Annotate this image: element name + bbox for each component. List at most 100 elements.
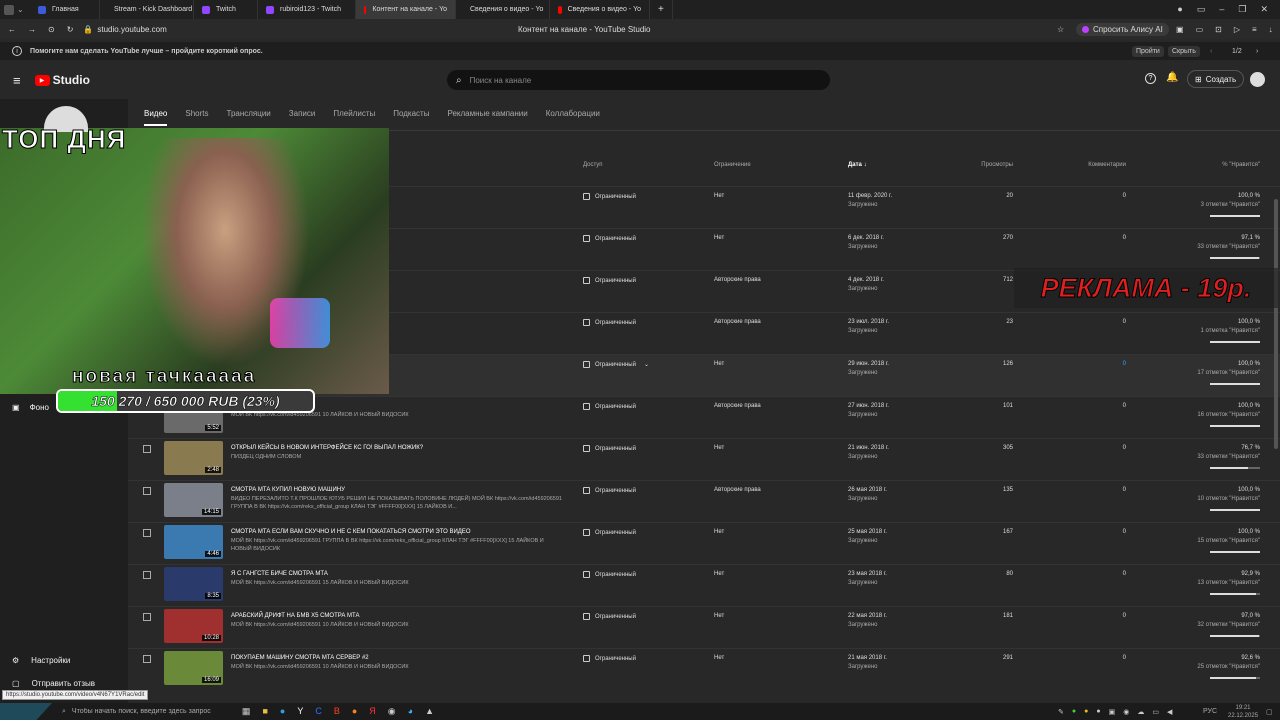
yandex-icon[interactable]: Y xyxy=(297,706,303,717)
table-row[interactable]: 4:46 СМОТРА МТА ЕСЛИ ВАМ СКУЧНО И НЕ С КЕ… xyxy=(128,522,1280,564)
window-controls[interactable]: ⌄ xyxy=(0,4,30,15)
visibility-dropdown[interactable]: Ограниченный xyxy=(583,571,636,578)
browser-tab[interactable]: Сведения о видео - Yo xyxy=(456,0,550,19)
reload-icon[interactable]: ↻ xyxy=(67,25,74,34)
network-icon[interactable]: ▭ xyxy=(1152,708,1159,716)
video-title[interactable]: ОТКРЫЛ КЕЙСЫ В НОВОМ ИНТЕРФЕЙСЕ КС ГО! В… xyxy=(231,445,423,451)
visibility-dropdown[interactable]: Ограниченный xyxy=(583,655,636,662)
visibility-dropdown[interactable]: Ограниченный xyxy=(583,487,636,494)
video-thumbnail[interactable]: 8:35 xyxy=(164,567,223,601)
tab-7[interactable]: Коллаборации xyxy=(546,109,600,126)
menu-icon[interactable]: ≡ xyxy=(1252,25,1257,34)
new-tab-button[interactable]: + xyxy=(650,0,673,19)
comments-value[interactable]: 0 xyxy=(1058,571,1126,577)
clock[interactable]: 19:21 22.12.2025 xyxy=(1228,704,1258,720)
video-title[interactable]: АРАБСКИЙ ДРИФТ НА БМВ Х5 СМОТРА МТА xyxy=(231,613,359,619)
table-row[interactable]: 16:09 ПОКУПАЕМ МАШИНУ СМОТРА МТА СЕРВЕР #… xyxy=(128,648,1280,690)
comments-value[interactable]: 0 xyxy=(1058,655,1126,661)
comments-value[interactable]: 0 xyxy=(1058,361,1126,367)
row-checkbox[interactable] xyxy=(143,571,151,579)
task-view-icon[interactable]: ▦ xyxy=(242,706,251,717)
comments-value[interactable]: 0 xyxy=(1058,529,1126,535)
notifications-icon[interactable]: ▢ xyxy=(1266,708,1273,716)
video-thumbnail[interactable]: 14:15 xyxy=(164,483,223,517)
app-icon[interactable]: ◕ xyxy=(408,706,413,717)
row-checkbox[interactable] xyxy=(143,445,151,453)
app-icon[interactable]: B xyxy=(334,706,340,717)
table-row[interactable]: 8:35 Я С ГАНГСТЕ БИЧЕ СМОТРА МТА МОЙ ВК ht… xyxy=(128,564,1280,606)
home-icon[interactable]: ⊙ xyxy=(48,25,55,34)
column-comments[interactable]: Комментарии xyxy=(1058,162,1126,168)
row-checkbox[interactable] xyxy=(143,487,151,495)
search-icon[interactable]: ⌕ xyxy=(62,708,66,716)
sidebar-item-settings[interactable]: ⚙ Настройки xyxy=(12,656,70,665)
alice-button[interactable]: Спросить Алису AI xyxy=(1076,22,1169,36)
tray-icon[interactable]: ◉ xyxy=(1123,708,1129,716)
comments-value[interactable]: 0 xyxy=(1058,403,1126,409)
search-input[interactable]: ⌕ Поиск на канале xyxy=(447,70,830,90)
media-icon[interactable]: ▷ xyxy=(1234,25,1240,34)
sidebar-item-feedback[interactable]: ▢ Отправить отзыв xyxy=(12,679,95,688)
browser-menu-icon[interactable] xyxy=(4,4,14,15)
video-title[interactable]: ПОКУПАЕМ МАШИНУ СМОТРА МТА СЕРВЕР #2 xyxy=(231,655,369,661)
column-access[interactable]: Доступ xyxy=(583,162,603,168)
browser-tab[interactable]: rubiroid123 - Twitch xyxy=(258,0,356,19)
tray-icon[interactable]: ✎ xyxy=(1058,708,1064,716)
browser-tab[interactable]: Stream - Kick Dashboard xyxy=(100,0,194,19)
browser-tab[interactable]: Сведения о видео - Yo xyxy=(550,0,650,19)
visibility-dropdown[interactable]: Ограниченный xyxy=(583,193,636,200)
table-row[interactable]: 10:28 АРАБСКИЙ ДРИФТ НА БМВ Х5 СМОТРА МТА… xyxy=(128,606,1280,648)
tab-1[interactable]: Shorts xyxy=(185,109,208,126)
banner-go-button[interactable]: Пройти xyxy=(1132,45,1164,57)
visibility-dropdown[interactable]: Ограниченный xyxy=(583,445,636,452)
visibility-dropdown[interactable]: Ограниченный xyxy=(583,613,636,620)
minimize-icon[interactable]: – xyxy=(1219,4,1224,15)
start-button[interactable] xyxy=(0,703,52,720)
back-icon[interactable]: ← xyxy=(8,25,16,34)
video-thumbnail[interactable]: 4:46 xyxy=(164,525,223,559)
video-title[interactable]: СМОТРА МТА ЕСЛИ ВАМ СКУЧНО И НЕ С КЕМ ПО… xyxy=(231,529,471,535)
tray-icon[interactable]: ● xyxy=(1084,708,1088,716)
youtube-logo-icon[interactable]: ▶ xyxy=(34,74,50,86)
volume-icon[interactable]: ◀ xyxy=(1167,708,1172,716)
video-title[interactable]: СМОТРА МТА КУПИЛ НОВУЮ МАШИНУ xyxy=(231,487,345,493)
video-title[interactable]: Я С ГАНГСТЕ БИЧЕ СМОТРА МТА xyxy=(231,571,328,577)
notifications-icon[interactable]: 🔔 xyxy=(1166,72,1178,83)
visibility-dropdown[interactable]: Ограниченный xyxy=(583,319,636,326)
visibility-dropdown[interactable]: Ограниченный xyxy=(583,529,636,536)
row-checkbox[interactable] xyxy=(143,529,151,537)
tab-3[interactable]: Записи xyxy=(289,109,316,126)
tray-icon[interactable]: ☁ xyxy=(1137,708,1144,716)
banner-next-icon[interactable]: › xyxy=(1256,48,1258,55)
tabs-icon[interactable]: ▭ xyxy=(1197,4,1206,15)
firefox-icon[interactable]: ● xyxy=(352,706,357,717)
video-thumbnail[interactable]: 10:28 xyxy=(164,609,223,643)
column-likes[interactable]: % "Нравится" xyxy=(1158,162,1260,168)
edge-icon[interactable]: ● xyxy=(280,706,285,717)
capture-icon[interactable]: ⊡ xyxy=(1215,25,1222,34)
comments-value[interactable]: 0 xyxy=(1058,319,1126,325)
visibility-dropdown[interactable]: Ограниченный ⌄ xyxy=(583,361,649,368)
avatar[interactable] xyxy=(1250,72,1265,87)
obs-icon[interactable]: ◉ xyxy=(388,706,396,717)
studio-logo[interactable]: Studio xyxy=(53,73,90,87)
app-icon[interactable]: C xyxy=(315,706,322,717)
visibility-dropdown[interactable]: Ограниченный xyxy=(583,403,636,410)
app-icon[interactable]: ▲ xyxy=(425,706,434,717)
folder-icon[interactable]: ■ xyxy=(262,706,267,717)
browser-tab[interactable]: Twitch xyxy=(194,0,258,19)
close-icon[interactable]: ✕ xyxy=(1260,4,1268,15)
help-icon[interactable]: ? xyxy=(1145,73,1156,84)
row-checkbox[interactable] xyxy=(143,613,151,621)
language-indicator[interactable]: РУС xyxy=(1203,708,1217,715)
comments-value[interactable]: 0 xyxy=(1058,193,1126,199)
create-button[interactable]: ⊞ Создать xyxy=(1187,70,1245,88)
tab-0[interactable]: Видео xyxy=(144,109,168,126)
taskbar-search[interactable]: Чтобы начать поиск, введите здесь запрос xyxy=(72,708,232,715)
bookmark-icon[interactable]: ☆ xyxy=(1057,25,1064,34)
hamburger-menu-icon[interactable]: ≡ xyxy=(13,73,21,88)
tab-5[interactable]: Подкасты xyxy=(393,109,429,126)
banner-hide-button[interactable]: Скрыть xyxy=(1168,45,1200,57)
scrollbar[interactable] xyxy=(1274,199,1278,449)
tray-icon[interactable]: ▣ xyxy=(1109,708,1116,716)
